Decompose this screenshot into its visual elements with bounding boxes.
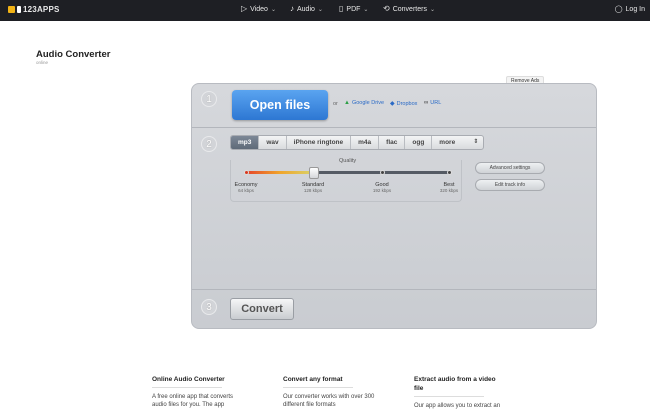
quality-tick-best[interactable] — [447, 170, 452, 175]
audio-icon: ♪ — [290, 4, 294, 13]
user-icon: ◯ — [614, 6, 623, 13]
google-drive-label: Google Drive — [351, 100, 385, 106]
top-bar: 123APPS ▷ Video ⌄ ♪ Audio ⌄ ▯ PDF ⌄ ⟲ Co… — [0, 0, 650, 21]
nav-pdf[interactable]: ▯ PDF ⌄ — [339, 5, 368, 13]
nav-pdf-label: PDF — [346, 5, 361, 13]
info-convert-any-format: Convert any format Our converter works w… — [283, 375, 375, 409]
chevron-updown-icon: ⇕ — [473, 139, 479, 145]
info-text: Our converter works with over 300 differ… — [283, 394, 375, 408]
nav-converters-label: Converters — [392, 5, 427, 13]
info-title: Convert any format — [283, 376, 343, 383]
url-label: URL — [430, 100, 442, 106]
login-label: Log In — [625, 5, 645, 13]
nav-audio-label: Audio — [297, 5, 315, 13]
page-title: Audio Converter — [36, 49, 111, 60]
logo-icon-secondary — [17, 6, 21, 13]
step-number: 2 — [201, 136, 217, 152]
open-files-button[interactable]: Open files — [232, 90, 328, 120]
quality-slider-handle[interactable] — [309, 167, 319, 179]
quality-box — [230, 160, 462, 202]
google-drive-link[interactable]: ▲ Google Drive — [344, 100, 384, 106]
logo[interactable]: 123APPS — [8, 5, 60, 14]
chevron-down-icon: ⌄ — [270, 6, 276, 13]
step-number: 3 — [201, 299, 217, 315]
format-tab-wav[interactable]: wav — [259, 136, 287, 149]
step-open-files: 1 Open files or ▲ Google Drive ◆ Dropbox… — [192, 84, 596, 128]
quality-slider-fill — [246, 171, 314, 174]
quality-standard-bitrate: 128 kbps — [303, 188, 323, 193]
nav-audio[interactable]: ♪ Audio ⌄ — [290, 5, 323, 13]
logo-text: 123APPS — [23, 5, 60, 14]
or-label: or — [333, 101, 338, 107]
info-extract-audio: Extract audio from a video file Our app … — [414, 375, 506, 410]
login-button[interactable]: ◯ Log In — [614, 5, 645, 14]
convert-button[interactable]: Convert — [230, 298, 294, 320]
video-icon: ▷ — [241, 4, 248, 13]
info-title: Extract audio from a video file — [414, 376, 496, 392]
logo-icon — [8, 6, 15, 13]
format-more-select[interactable]: more ⇕ — [432, 136, 483, 149]
format-tab-ogg[interactable]: ogg — [405, 136, 433, 149]
step-format: 2 mp3 wav iPhone ringtone m4a flac ogg m… — [192, 128, 596, 290]
edit-track-info-button[interactable]: Edit track info — [475, 179, 545, 191]
quality-good-bitrate: 192 kbps — [372, 188, 392, 193]
divider — [152, 387, 222, 388]
advanced-settings-button[interactable]: Advanced settings — [475, 162, 545, 174]
format-tab-mp3[interactable]: mp3 — [231, 136, 260, 149]
page-subtitle: online — [36, 60, 49, 65]
url-link[interactable]: ∞ URL — [424, 100, 441, 106]
format-more-label: more — [439, 139, 456, 146]
chevron-down-icon: ⌄ — [429, 6, 435, 13]
info-text: Our app allows you to extract an — [414, 403, 501, 409]
chevron-down-icon: ⌄ — [317, 6, 323, 13]
dropbox-label: Dropbox — [396, 100, 418, 107]
quality-label: Quality — [339, 158, 357, 164]
step-convert: 3 Convert — [192, 290, 596, 330]
quality-economy-bitrate: 64 kbps — [238, 188, 254, 193]
chevron-down-icon: ⌄ — [363, 6, 369, 13]
dropbox-link[interactable]: ◆ Dropbox — [390, 100, 418, 108]
nav-video[interactable]: ▷ Video ⌄ — [241, 5, 276, 13]
step-number: 1 — [201, 91, 217, 107]
dropbox-icon: ◆ — [390, 101, 395, 107]
info-online-audio-converter: Online Audio Converter A free online app… — [152, 375, 244, 409]
format-tab-m4a[interactable]: m4a — [351, 136, 380, 149]
nav-video-label: Video — [250, 5, 268, 13]
converters-icon: ⟲ — [383, 4, 390, 13]
info-title: Online Audio Converter — [152, 376, 225, 383]
nav-converters[interactable]: ⟲ Converters ⌄ — [383, 5, 435, 13]
pdf-icon: ▯ — [339, 4, 344, 13]
format-tab-flac[interactable]: flac — [379, 136, 406, 149]
quality-tick-good[interactable] — [380, 170, 385, 175]
quality-tick-economy[interactable] — [244, 170, 249, 175]
info-text: A free online app that converts audio fi… — [152, 394, 234, 408]
divider — [283, 387, 353, 388]
google-drive-icon: ▲ — [344, 100, 350, 106]
converter-panel: 1 Open files or ▲ Google Drive ◆ Dropbox… — [191, 83, 597, 329]
quality-slider-track[interactable] — [246, 171, 450, 174]
format-tabs: mp3 wav iPhone ringtone m4a flac ogg mor… — [230, 135, 485, 150]
divider — [414, 396, 484, 397]
quality-best-bitrate: 320 kbps — [439, 188, 459, 193]
link-icon: ∞ — [424, 100, 429, 106]
format-tab-iphone-ringtone[interactable]: iPhone ringtone — [287, 136, 352, 149]
